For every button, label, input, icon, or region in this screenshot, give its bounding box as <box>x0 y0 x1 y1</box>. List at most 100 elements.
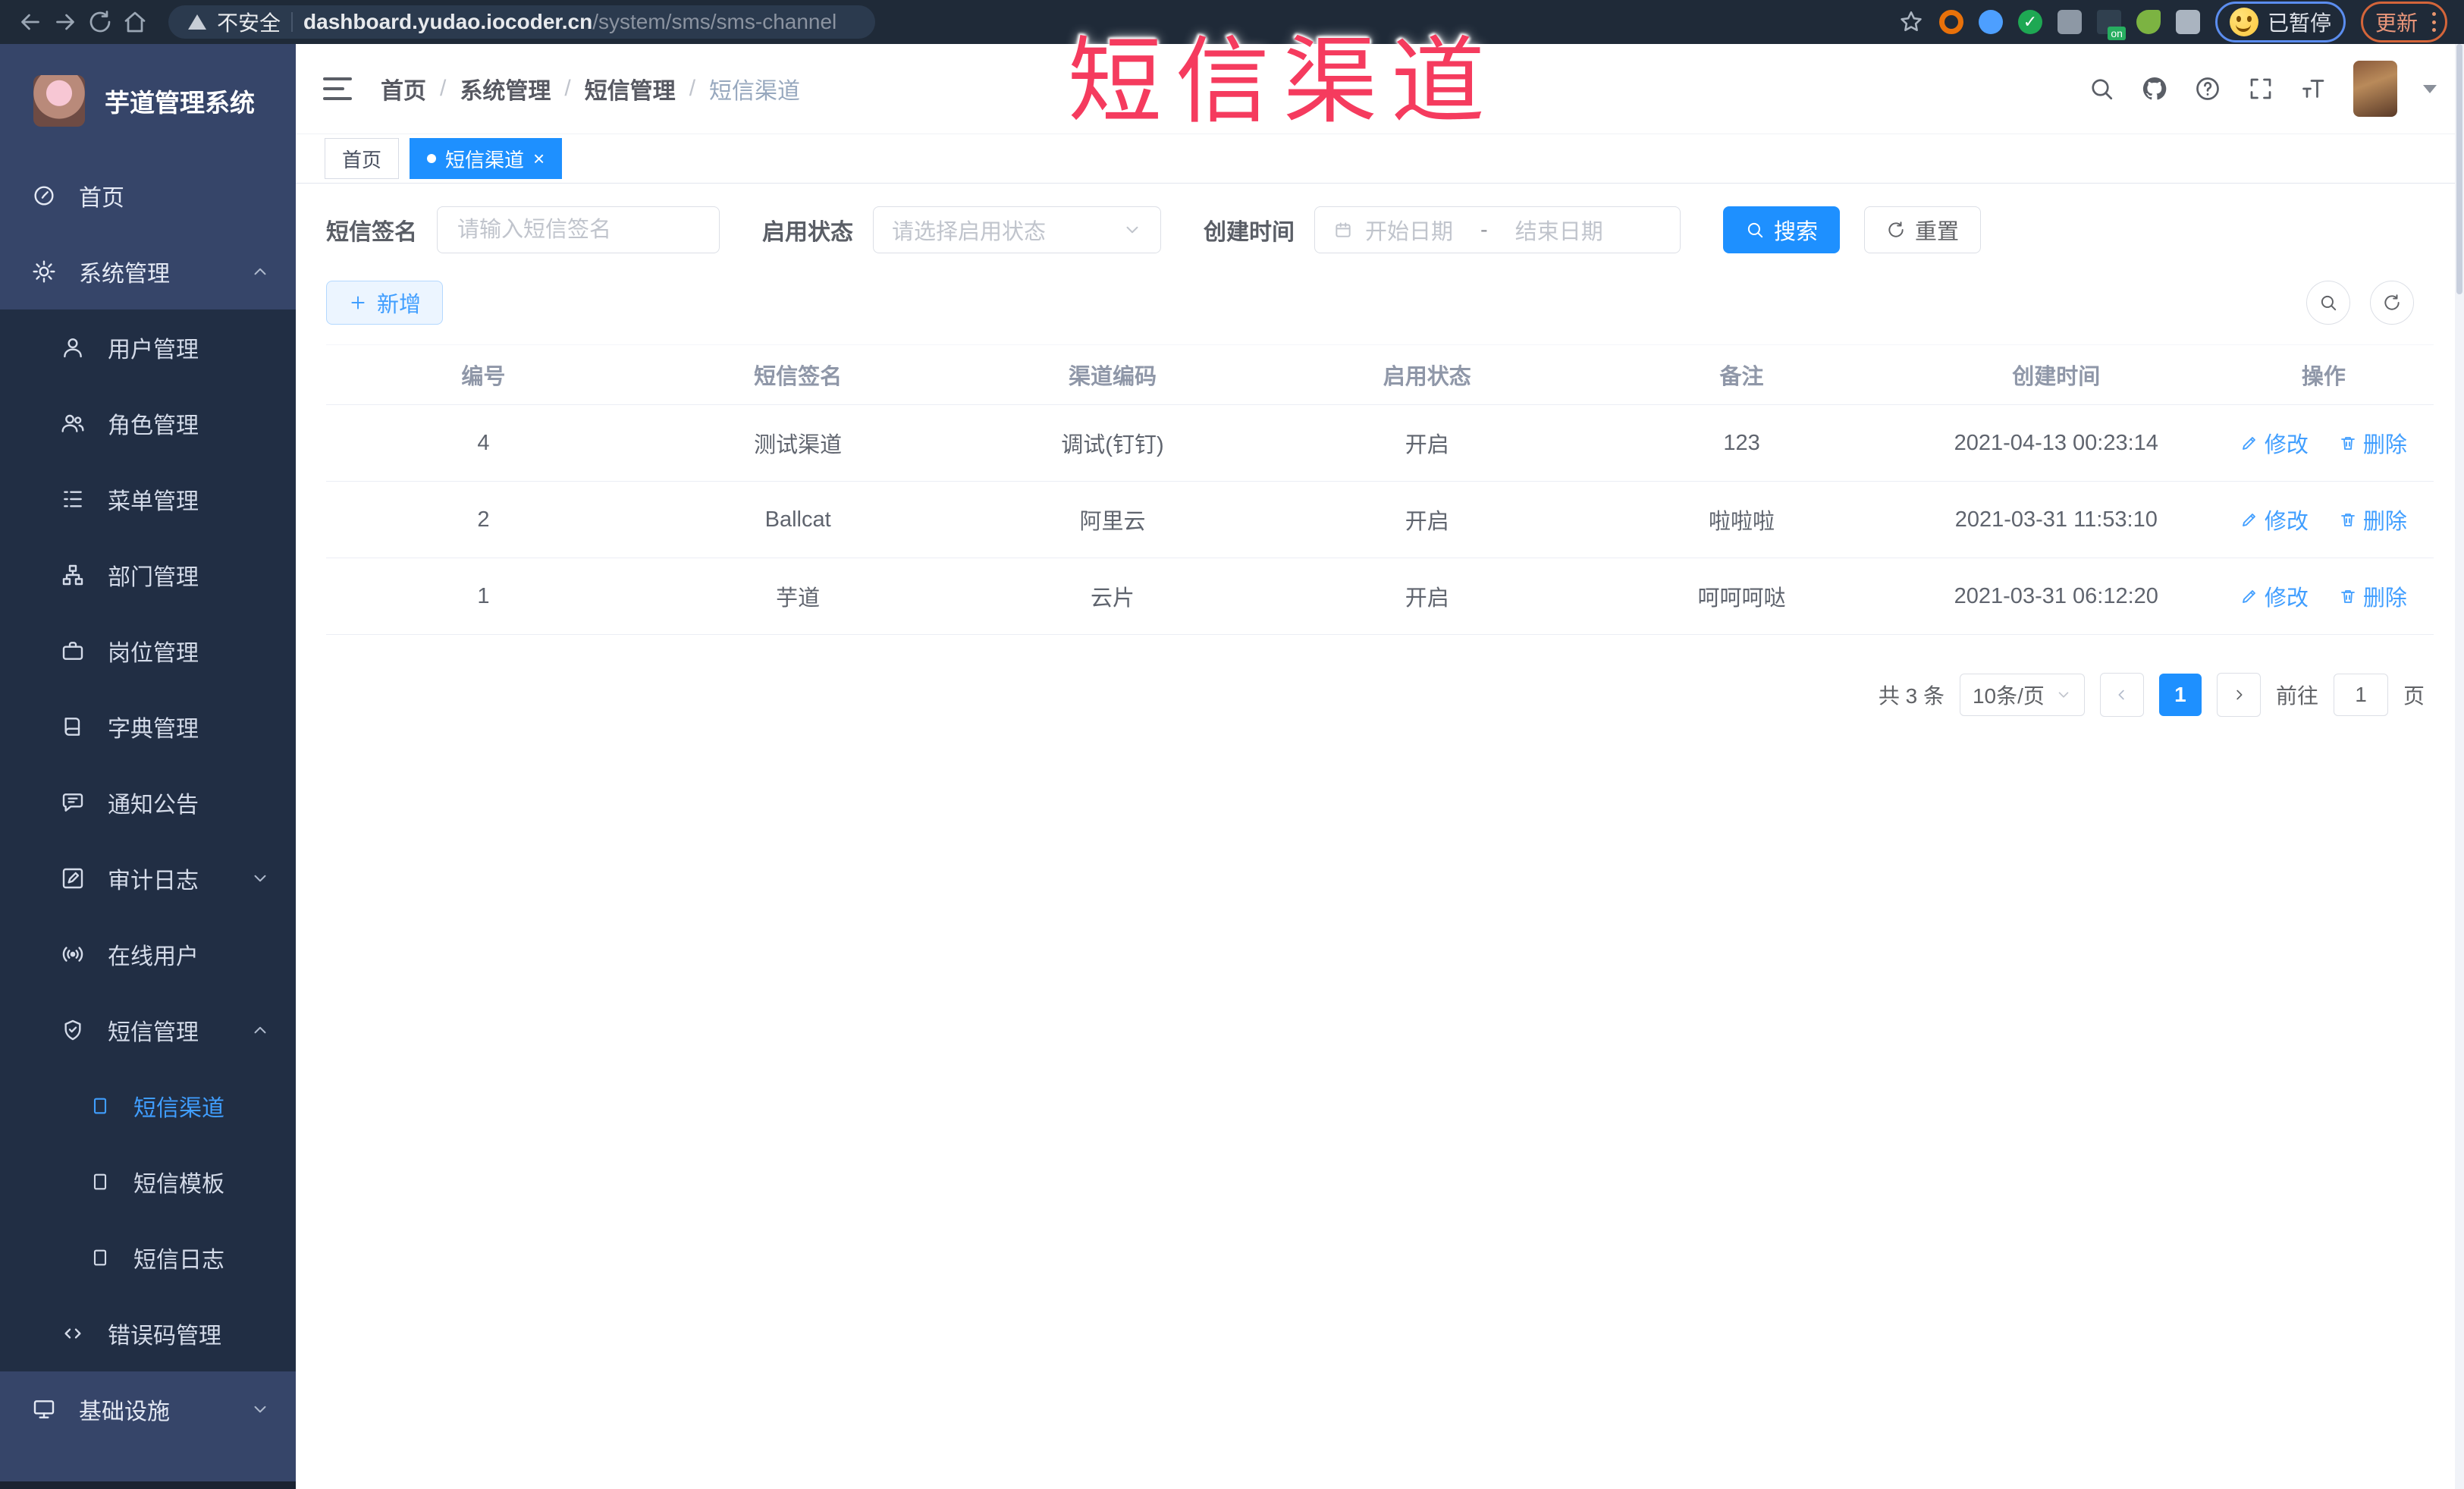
tag-home[interactable]: 首页 <box>325 138 400 179</box>
toggle-search-button[interactable] <box>2306 281 2350 325</box>
search-icon <box>2321 295 2337 311</box>
sidebar-item-menus[interactable]: 菜单管理 <box>0 461 296 537</box>
breadcrumb-current: 短信渠道 <box>709 79 801 104</box>
search-button[interactable]: 搜索 <box>1723 206 1841 253</box>
browser-reload-icon[interactable] <box>86 8 114 36</box>
app-title: 芋道管理系统 <box>105 89 255 117</box>
breadcrumb-sms[interactable]: 短信管理 <box>585 72 676 105</box>
breadcrumb-system[interactable]: 系统管理 <box>460 72 551 105</box>
sidebar-collapse-icon[interactable] <box>323 77 352 100</box>
sidebar-item-system[interactable]: 系统管理 <box>0 234 296 309</box>
prev-page-button[interactable] <box>2099 673 2144 717</box>
breadcrumb-home[interactable]: 首页 <box>381 72 426 105</box>
trash-icon <box>2340 514 2355 526</box>
app-logo-row[interactable]: 芋道管理系统 <box>0 44 296 158</box>
delete-link[interactable]: 删除 <box>2339 580 2407 612</box>
sign-input[interactable] <box>456 216 701 243</box>
status-select-placeholder: 请选择启用状态 <box>892 220 1047 244</box>
extension-icon[interactable] <box>2057 10 2082 34</box>
sidebar-item-home[interactable]: 首页 <box>0 158 296 234</box>
sidebar-item-dict[interactable]: 字典管理 <box>0 689 296 765</box>
font-size-icon[interactable] <box>2300 75 2327 102</box>
table-row: 1 芋道 云片 开启 呵呵呵哒 2021-03-31 06:12:20 修改 删… <box>326 558 2434 635</box>
extension-icon[interactable] <box>2096 10 2126 40</box>
table-row: 2 Ballcat 阿里云 开启 啦啦啦 2021-03-31 11:53:10… <box>326 482 2434 558</box>
refresh-icon <box>1888 221 1904 237</box>
close-tag-icon[interactable]: × <box>533 149 545 168</box>
extension-icon[interactable] <box>1978 10 2003 34</box>
extension-icon[interactable]: ✓ <box>2017 10 2042 34</box>
sidebar-item-audit-log[interactable]: 审计日志 <box>0 840 296 916</box>
fullscreen-icon[interactable] <box>2247 75 2274 102</box>
extension-icon[interactable] <box>1938 10 1963 34</box>
goto-page-input[interactable] <box>2333 674 2388 716</box>
extension-icon[interactable] <box>2136 10 2161 34</box>
header-actions <box>2088 61 2437 117</box>
breadcrumb: 首页 / 系统管理 / 短信管理 / 短信渠道 <box>381 72 800 105</box>
tag-sms-channel[interactable]: 短信渠道 × <box>410 138 563 179</box>
github-icon[interactable] <box>2141 75 2168 102</box>
page-size-select[interactable]: 10条/页 <box>1959 674 2085 716</box>
paused-extension-badge[interactable]: 已暂停 <box>2214 2 2346 42</box>
search-icon <box>1747 222 1763 238</box>
browser-update-button[interactable]: 更新 <box>2360 2 2447 42</box>
sidebar-item-posts[interactable]: 岗位管理 <box>0 613 296 689</box>
browser-home-icon[interactable] <box>121 8 149 36</box>
edit-link[interactable]: 修改 <box>2240 427 2309 459</box>
next-page-button[interactable] <box>2216 673 2261 717</box>
sidebar-item-users[interactable]: 用户管理 <box>0 309 296 385</box>
date-range-separator: - <box>1480 217 1488 242</box>
edit-link[interactable]: 修改 <box>2240 504 2309 536</box>
sidebar-submenu-section: 用户管理 角色管理 菜单管理 部门管理 岗位管理 字典管理 通知公告 审计日志 … <box>0 309 296 1371</box>
chevron-up-icon <box>254 1026 266 1034</box>
status-value: 开启 <box>1405 586 1449 611</box>
app-logo <box>33 75 85 127</box>
status-value: 开启 <box>1405 510 1449 534</box>
browser-forward-icon[interactable] <box>52 8 79 36</box>
browser-menu-dots-icon[interactable] <box>2432 12 2436 32</box>
add-button[interactable]: 新增 <box>326 281 444 325</box>
sidebar-item-roles[interactable]: 角色管理 <box>0 385 296 461</box>
edit-link[interactable]: 修改 <box>2240 580 2309 612</box>
sidebar-item-departments[interactable]: 部门管理 <box>0 537 296 613</box>
date-range-picker[interactable]: 开始日期 - 结束日期 <box>1314 206 1681 253</box>
page-number-current[interactable]: 1 <box>2158 674 2202 716</box>
sidebar-item-sms-log[interactable]: 短信日志 <box>0 1220 296 1296</box>
sidebar-item-notice[interactable]: 通知公告 <box>0 765 296 840</box>
document-icon <box>93 1249 107 1266</box>
avatar[interactable] <box>2353 61 2397 117</box>
delete-link[interactable]: 删除 <box>2339 504 2407 536</box>
page-content: 短信签名 启用状态 请选择启用状态 创建时间 开始日期 - 结束日期 <box>296 184 2464 1489</box>
sidebar-item-online-users[interactable]: 在线用户 <box>0 916 296 992</box>
pencil-icon <box>2242 590 2255 603</box>
bookmark-star-icon[interactable] <box>1898 9 1924 35</box>
document-icon <box>93 1098 107 1114</box>
sidebar-item-infrastructure[interactable]: 基础设施 <box>0 1371 296 1447</box>
list-icon <box>64 491 82 507</box>
table-header-row: 编号 短信签名 渠道编码 启用状态 备注 创建时间 操作 <box>326 344 2434 405</box>
sign-label: 短信签名 <box>326 220 417 245</box>
sidebar-item-sms-template[interactable]: 短信模板 <box>0 1144 296 1220</box>
sidebar-item-sms-channel[interactable]: 短信渠道 <box>0 1068 296 1144</box>
filter-form: 短信签名 启用状态 请选择启用状态 创建时间 开始日期 - 结束日期 <box>326 206 2434 253</box>
search-icon[interactable] <box>2088 75 2115 102</box>
help-icon[interactable] <box>2194 75 2221 102</box>
page-scrollbar[interactable] <box>2455 44 2464 1489</box>
sidebar-item-error-codes[interactable]: 错误码管理 <box>0 1296 296 1371</box>
sidebar-bottom-section: 基础设施 <box>0 1371 296 1481</box>
status-select[interactable]: 请选择启用状态 <box>873 206 1161 253</box>
refresh-table-button[interactable] <box>2370 281 2414 325</box>
scrollbar-thumb[interactable] <box>2456 44 2462 294</box>
url-path: /system/sms/sms-channel <box>592 10 837 33</box>
users-icon <box>61 414 84 432</box>
sidebar-item-sms[interactable]: 短信管理 <box>0 992 296 1068</box>
extensions-puzzle-icon[interactable] <box>2175 10 2200 34</box>
browser-back-icon[interactable] <box>17 8 44 36</box>
reset-button[interactable]: 重置 <box>1864 206 1982 253</box>
address-bar[interactable]: 不安全 dashboard.yudao.iocoder.cn/system/sm… <box>168 5 875 39</box>
avatar-caret-icon[interactable] <box>2423 84 2437 93</box>
sidebar-bottom-strip <box>0 1481 296 1489</box>
browser-extensions-area: ✓ 已暂停 更新 <box>1898 2 2447 42</box>
delete-link[interactable]: 删除 <box>2339 427 2407 459</box>
browser-chrome: 不安全 dashboard.yudao.iocoder.cn/system/sm… <box>0 0 2464 44</box>
